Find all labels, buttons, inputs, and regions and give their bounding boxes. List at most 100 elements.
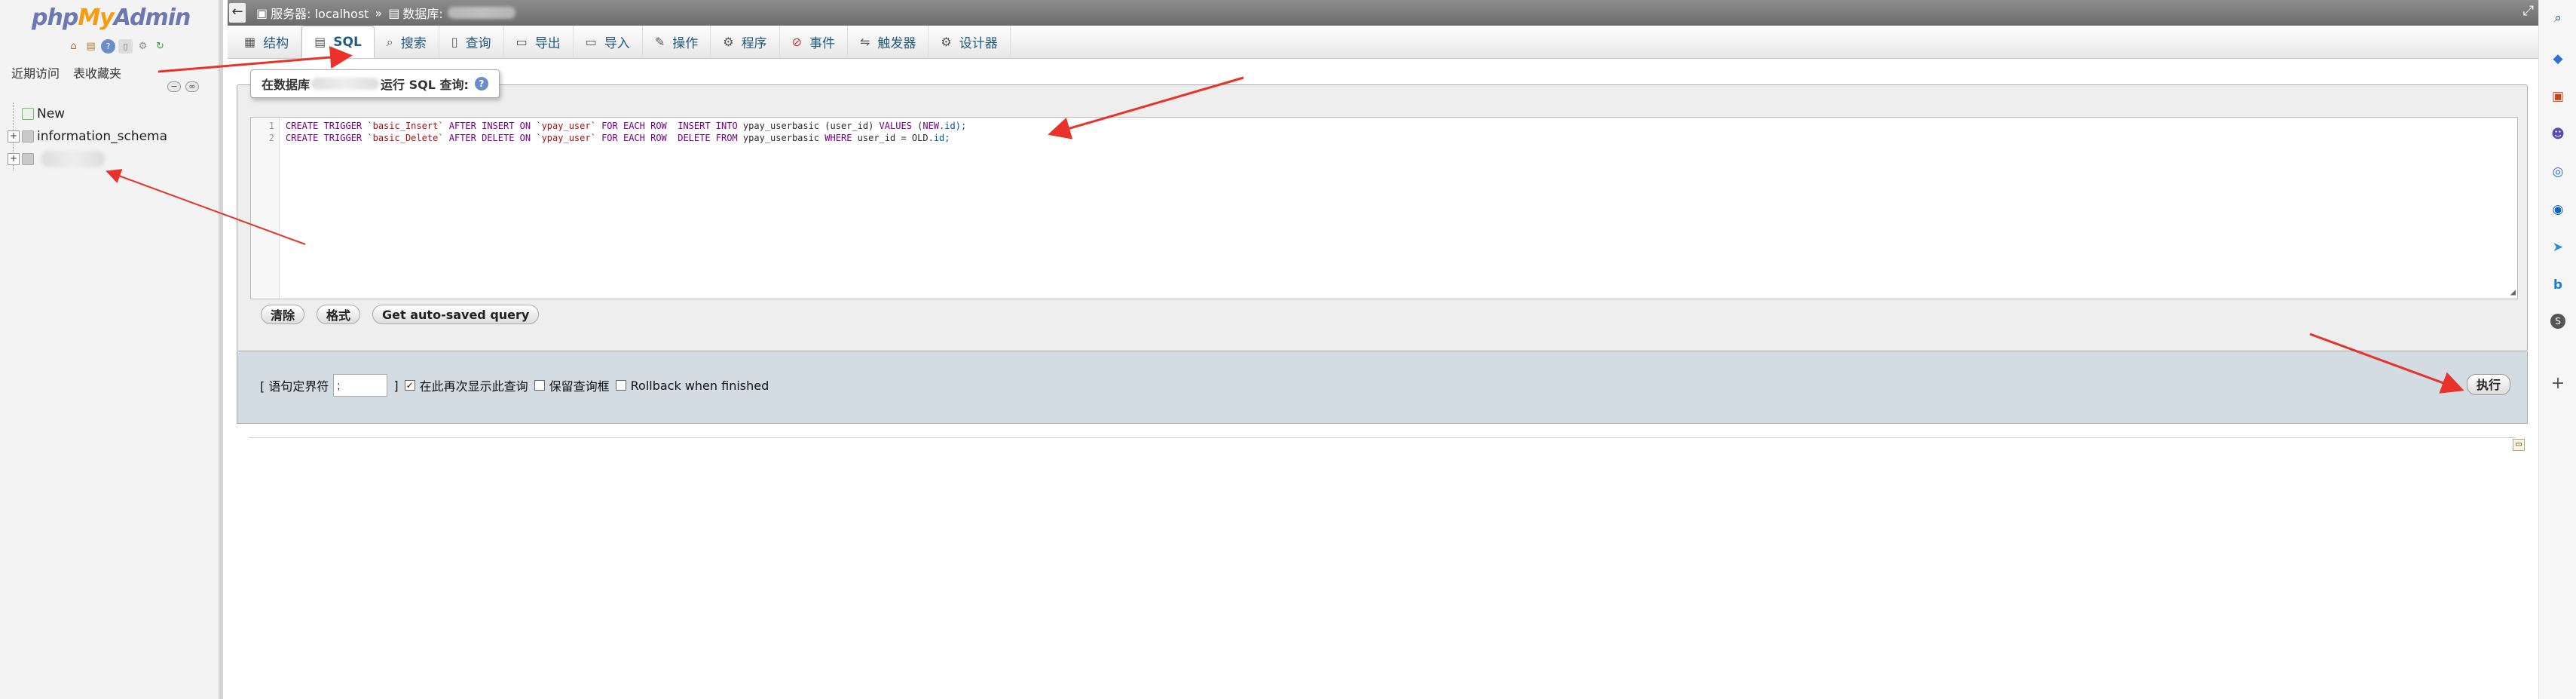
outlook-icon[interactable]: ◉ bbox=[2549, 201, 2567, 219]
tab-routines[interactable]: ⚙ 程序 bbox=[711, 26, 780, 58]
logo-admin: Admin bbox=[113, 5, 191, 31]
person-icon[interactable]: ☻ bbox=[2549, 125, 2567, 143]
tree-item-label: New bbox=[37, 106, 66, 121]
tab-label: 搜索 bbox=[400, 36, 427, 51]
code-token: `basic_Insert` bbox=[367, 121, 444, 131]
add-icon[interactable]: + bbox=[2549, 374, 2567, 393]
maximize-icon[interactable]: ⤢ bbox=[2523, 3, 2534, 19]
resize-grip-icon[interactable]: ◢ bbox=[2510, 287, 2516, 297]
show-again-checkbox[interactable]: ✓ bbox=[404, 380, 415, 391]
code-token: VALUES bbox=[879, 121, 918, 131]
home-icon[interactable]: ⌂ bbox=[66, 39, 81, 54]
code-token: CREATE TRIGGER bbox=[286, 121, 368, 131]
search-icon[interactable]: ⌕ bbox=[2549, 9, 2567, 27]
tab-import[interactable]: ▭ 导入 bbox=[574, 26, 643, 58]
go-button[interactable]: 执行 bbox=[2466, 374, 2510, 395]
retain-query-box-checkbox[interactable] bbox=[534, 380, 545, 391]
database-icon bbox=[22, 130, 34, 143]
browser-sidebar: ⌕ ◆ ▣ ☻ ◎ ◉ ➤ b S + bbox=[2538, 0, 2576, 699]
help-icon[interactable]: ? bbox=[101, 39, 115, 54]
rollback-checkbox[interactable] bbox=[615, 380, 626, 391]
tree-item-new[interactable]: New bbox=[8, 103, 167, 125]
nav-icon-bar: ⌂ ▤ ? ▯ ⚙ ↻ bbox=[66, 39, 167, 54]
line-number: 1 bbox=[268, 121, 274, 131]
retain-query-box-label: 保留查询框 bbox=[549, 379, 610, 394]
docs-icon[interactable]: ▯ bbox=[118, 39, 133, 54]
code-token: CREATE TRIGGER bbox=[286, 133, 368, 143]
collapse-all-icon[interactable]: − bbox=[167, 81, 181, 92]
send-icon[interactable]: ➤ bbox=[2549, 238, 2567, 256]
server-icon: ▣ bbox=[256, 5, 268, 20]
get-auto-saved-query-button[interactable]: Get auto-saved query bbox=[372, 305, 540, 324]
sql-editor[interactable]: 1 2 CREATE TRIGGER `basic_Insert` AFTER … bbox=[250, 117, 2518, 299]
tab-events[interactable]: ⊘ 事件 bbox=[780, 26, 848, 58]
import-icon: ▭ bbox=[585, 35, 597, 49]
toolbox-icon[interactable]: ▣ bbox=[2549, 87, 2567, 106]
tab-operations[interactable]: ✎ 操作 bbox=[643, 26, 711, 58]
sql-query-legend: 在数据库 运行 SQL 查询: ? bbox=[250, 69, 500, 98]
code-token: ypay_userbasic bbox=[742, 133, 825, 143]
database-icon[interactable]: ▤ bbox=[84, 39, 98, 54]
tab-query[interactable]: ▯ 查询 bbox=[439, 26, 504, 58]
favorites-link[interactable]: 表收藏夹 bbox=[73, 63, 121, 81]
delimiter-label: [ 语句定界符 bbox=[260, 379, 329, 394]
tab-search[interactable]: ⌕ 搜索 bbox=[375, 26, 439, 58]
office-icon[interactable]: ◎ bbox=[2549, 163, 2567, 181]
recent-link[interactable]: 近期访问 bbox=[11, 63, 60, 81]
sql-icon: ▤ bbox=[314, 35, 326, 49]
help-icon[interactable]: ? bbox=[474, 77, 488, 90]
export-icon: ▭ bbox=[516, 35, 528, 49]
tab-structure[interactable]: ▦ 结构 bbox=[232, 26, 302, 58]
tab-label: 查询 bbox=[465, 36, 491, 51]
link-with-main-icon[interactable]: ∞ bbox=[185, 81, 199, 92]
tab-export[interactable]: ▭ 导出 bbox=[504, 26, 574, 58]
settings-icon[interactable]: ⚙ bbox=[136, 39, 150, 54]
console-icon[interactable]: ▭ bbox=[2513, 439, 2525, 451]
tree-item-blurred-db[interactable]: + bbox=[8, 148, 167, 170]
tab-label: 设计器 bbox=[959, 36, 998, 51]
code-token: `ypay_user` bbox=[536, 121, 596, 131]
clear-button[interactable]: 清除 bbox=[261, 305, 305, 324]
delimiter-input[interactable] bbox=[333, 374, 388, 397]
query-icon: ▯ bbox=[451, 35, 458, 49]
logo-php: php bbox=[32, 5, 78, 31]
code-token: .id); bbox=[939, 121, 967, 131]
structure-icon: ▦ bbox=[244, 35, 256, 49]
expand-icon[interactable]: + bbox=[8, 153, 20, 165]
show-again-label: 在此再次显示此查询 bbox=[419, 379, 528, 394]
phpmyadmin-logo[interactable]: phpMyAdmin bbox=[32, 5, 191, 31]
tag-icon[interactable]: ◆ bbox=[2549, 50, 2567, 68]
database-icon bbox=[22, 153, 34, 165]
expand-icon[interactable]: + bbox=[8, 130, 20, 143]
code-token: user_id = OLD bbox=[857, 133, 929, 143]
legend-suffix: 运行 SQL 查询: bbox=[381, 78, 469, 92]
tab-label: 触发器 bbox=[877, 36, 916, 51]
tree-item-information-schema[interactable]: + information_schema bbox=[8, 125, 167, 148]
tab-label: 导入 bbox=[604, 36, 630, 51]
nav-links: 近期访问 表收藏夹 bbox=[11, 63, 121, 81]
s-icon[interactable]: S bbox=[2550, 314, 2565, 329]
options-row: [ 语句定界符 ] ✓ 在此再次显示此查询 保留查询框 Rollback whe… bbox=[260, 374, 769, 397]
breadcrumb-bar: ← ▣ 服务器: localhost » ▤ 数据库: ⤢ bbox=[228, 0, 2538, 26]
delimiter-close-bracket: ] bbox=[393, 378, 399, 393]
redacted-db-name bbox=[41, 151, 105, 167]
results-divider bbox=[249, 437, 2516, 438]
reload-icon[interactable]: ↻ bbox=[153, 39, 167, 54]
tab-designer[interactable]: ⚙ 设计器 bbox=[929, 26, 1011, 58]
breadcrumb-separator: » bbox=[375, 5, 383, 20]
bing-icon[interactable]: b bbox=[2549, 276, 2567, 294]
code-token: AFTER DELETE ON bbox=[443, 133, 537, 143]
tree-controls: − ∞ bbox=[167, 81, 199, 92]
code-line: CREATE TRIGGER `basic_Delete` AFTER DELE… bbox=[286, 133, 950, 143]
tab-sql[interactable]: ▤ SQL bbox=[301, 26, 375, 58]
navigation-panel: phpMyAdmin ⌂ ▤ ? ▯ ⚙ ↻ 近期访问 表收藏夹 − ∞ New… bbox=[0, 0, 223, 699]
back-arrow-icon[interactable]: ← bbox=[229, 3, 246, 23]
code-token: `ypay_user` bbox=[536, 133, 596, 143]
format-button[interactable]: 格式 bbox=[317, 305, 361, 324]
tab-label: 操作 bbox=[672, 36, 699, 51]
breadcrumb-server[interactable]: 服务器: localhost bbox=[271, 4, 369, 22]
events-icon: ⊘ bbox=[791, 35, 802, 49]
tab-triggers[interactable]: ⇋ 触发器 bbox=[848, 26, 929, 58]
tab-bar: ▦ 结构 ▤ SQL ⌕ 搜索 ▯ 查询 ▭ 导出 ▭ 导入 ✎ 操作 ⚙ 程序 ⊘ 事件 ⇋ 触发… bbox=[228, 26, 2538, 59]
breadcrumb-database[interactable]: 数据库: bbox=[402, 4, 442, 22]
